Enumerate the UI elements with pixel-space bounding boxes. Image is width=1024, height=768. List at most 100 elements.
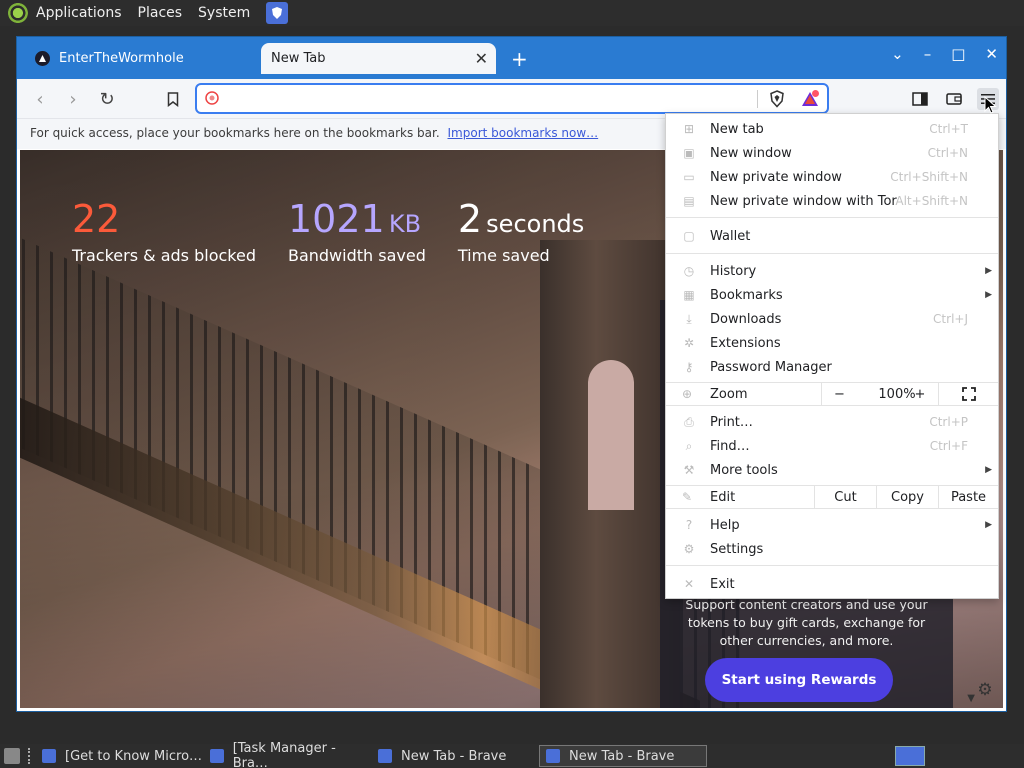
tab-new-tab[interactable]: New Tab ✕: [261, 43, 496, 74]
taskbar-task[interactable]: New Tab - Brave: [372, 745, 538, 767]
stat-time: 2 seconds Time saved: [458, 198, 584, 265]
tools-icon: ⚒: [683, 463, 695, 477]
scroll-down-icon[interactable]: ▼: [967, 693, 975, 704]
maximize-icon[interactable]: □: [951, 45, 965, 63]
stat-value: 2: [457, 197, 483, 241]
taskbar-task[interactable]: [Get to Know Micro…: [36, 745, 204, 767]
reload-icon[interactable]: ↻: [97, 89, 117, 110]
menu-item-settings[interactable]: ⚙ Settings: [666, 537, 998, 561]
tab-title: EnterTheWormhole: [59, 51, 184, 66]
stat-label: Trackers & ads blocked: [72, 246, 256, 265]
submenu-arrow-icon: ▶: [985, 266, 992, 276]
brave-shields-icon[interactable]: [768, 90, 786, 108]
menu-item-new-tab[interactable]: ⊞ New tab Ctrl+T: [666, 117, 998, 141]
taskbar-handle[interactable]: [28, 748, 32, 764]
top-panel: Applications Places System: [0, 0, 1024, 26]
edit-icon: ✎: [682, 490, 693, 504]
download-icon: ⤓: [686, 311, 692, 326]
close-tab-icon[interactable]: ✕: [475, 49, 488, 68]
app-menu: ⊞ New tab Ctrl+T ▣ New window Ctrl+N ▭ N…: [665, 113, 999, 599]
taskbar-task[interactable]: [Task Manager - Bra…: [204, 741, 372, 768]
menu-item-exit[interactable]: ✕ Exit: [666, 572, 998, 596]
tab-enterthewormhole[interactable]: EnterTheWormhole: [25, 43, 261, 74]
search-icon: ⌕: [685, 438, 693, 453]
stat-label: Time saved: [457, 246, 550, 265]
menu-item-new-private-window[interactable]: ▭ New private window Ctrl+Shift+N: [666, 165, 998, 189]
taskbar-task-active[interactable]: New Tab - Brave: [539, 745, 707, 767]
edit-row: ✎ Edit Cut Copy Paste: [666, 485, 998, 509]
menu-item-new-window[interactable]: ▣ New window Ctrl+N: [666, 141, 998, 165]
bookmark-icon[interactable]: [163, 89, 183, 109]
tab-strip: EnterTheWormhole New Tab ✕ + ⌄ – □ ✕: [17, 37, 1006, 79]
omnibox-divider: [757, 90, 758, 108]
menu-item-more-tools[interactable]: ⚒ More tools ▶: [666, 458, 998, 482]
address-bar[interactable]: [195, 83, 829, 114]
menu-item-new-tor-window[interactable]: ▤ New private window with Tor Alt+Shift+…: [666, 189, 998, 213]
bookmarks-hint: For quick access, place your bookmarks h…: [30, 126, 440, 140]
edit-label: Edit: [710, 490, 736, 505]
submenu-arrow-icon: ▶: [985, 520, 992, 530]
brave-icon: [210, 749, 224, 763]
back-arrow-icon[interactable]: ‹: [30, 89, 50, 110]
mate-logo-icon[interactable]: [8, 2, 30, 24]
minimize-icon[interactable]: –: [924, 45, 932, 63]
menu-separator: [666, 253, 998, 254]
copy-button[interactable]: Copy: [876, 486, 938, 508]
stat-unit: seconds: [486, 210, 585, 238]
help-icon: ?: [685, 518, 693, 532]
wallet-icon[interactable]: [944, 89, 964, 109]
applications-menu[interactable]: Applications: [36, 5, 122, 21]
places-menu[interactable]: Places: [138, 5, 183, 21]
ntp-settings-gear-icon[interactable]: ⚙: [975, 680, 995, 700]
brave-icon: [378, 749, 392, 763]
start-rewards-button[interactable]: Start using Rewards: [705, 658, 893, 702]
stat-trackers: 22 Trackers & ads blocked: [72, 198, 256, 265]
menu-item-find[interactable]: ⌕ Find… Ctrl+F: [666, 434, 998, 458]
forward-arrow-icon[interactable]: ›: [63, 89, 83, 110]
wormhole-favicon-icon: [35, 51, 50, 66]
new-tab-button[interactable]: +: [511, 47, 528, 71]
paste-button[interactable]: Paste: [938, 486, 998, 508]
show-desktop-icon[interactable]: [4, 748, 20, 764]
stat-unit: KB: [388, 210, 422, 238]
print-icon: ⎙: [684, 414, 694, 429]
workspace-switcher[interactable]: [895, 746, 925, 766]
private-window-icon: ▭: [683, 170, 695, 184]
tab-search-chevron-icon[interactable]: ⌄: [891, 45, 904, 63]
stat-bandwidth: 1021 KB Bandwidth saved: [288, 198, 426, 265]
zoom-in-button[interactable]: +: [902, 383, 938, 405]
menu-item-wallet[interactable]: ▢ Wallet: [666, 224, 998, 248]
history-icon: ◷: [683, 264, 695, 278]
brave-rewards-icon[interactable]: [801, 90, 819, 108]
menu-separator: [666, 217, 998, 218]
ntp-stats: 22 Trackers & ads blocked 1021 KB Bandwi…: [72, 198, 584, 265]
fullscreen-icon[interactable]: [938, 383, 998, 405]
cut-button[interactable]: Cut: [814, 486, 876, 508]
address-input[interactable]: [229, 88, 749, 110]
wallet-icon: ▢: [683, 229, 695, 243]
zoom-out-button[interactable]: −: [821, 383, 857, 405]
menu-item-downloads[interactable]: ⤓ Downloads Ctrl+J: [666, 307, 998, 331]
brave-launcher-icon[interactable]: [266, 2, 289, 24]
new-window-icon: ▣: [683, 146, 695, 160]
sidebar-toggle-icon[interactable]: [910, 89, 930, 109]
menu-item-help[interactable]: ? Help ▶: [666, 513, 998, 537]
gear-icon: ⚙: [683, 542, 695, 556]
menu-item-history[interactable]: ◷ History ▶: [666, 259, 998, 283]
menu-item-extensions[interactable]: ✲ Extensions: [666, 331, 998, 355]
mouse-cursor-icon: [984, 96, 997, 114]
close-icon: ✕: [683, 577, 695, 591]
stat-label: Bandwidth saved: [287, 246, 426, 265]
bookmarks-icon: ▦: [683, 288, 695, 302]
close-window-icon[interactable]: ✕: [985, 45, 998, 63]
menu-item-password-manager[interactable]: ⚷ Password Manager: [666, 355, 998, 379]
menu-item-print[interactable]: ⎙ Print… Ctrl+P: [666, 410, 998, 434]
background-bridge-tower: [540, 240, 680, 708]
system-menu[interactable]: System: [198, 5, 250, 21]
menu-item-bookmarks[interactable]: ▦ Bookmarks ▶: [666, 283, 998, 307]
site-info-icon[interactable]: [205, 91, 220, 106]
submenu-arrow-icon: ▶: [985, 290, 992, 300]
import-bookmarks-link[interactable]: Import bookmarks now…: [448, 126, 599, 140]
zoom-icon: ⊕: [682, 387, 693, 401]
zoom-row: ⊕ Zoom − 100% +: [666, 382, 998, 406]
